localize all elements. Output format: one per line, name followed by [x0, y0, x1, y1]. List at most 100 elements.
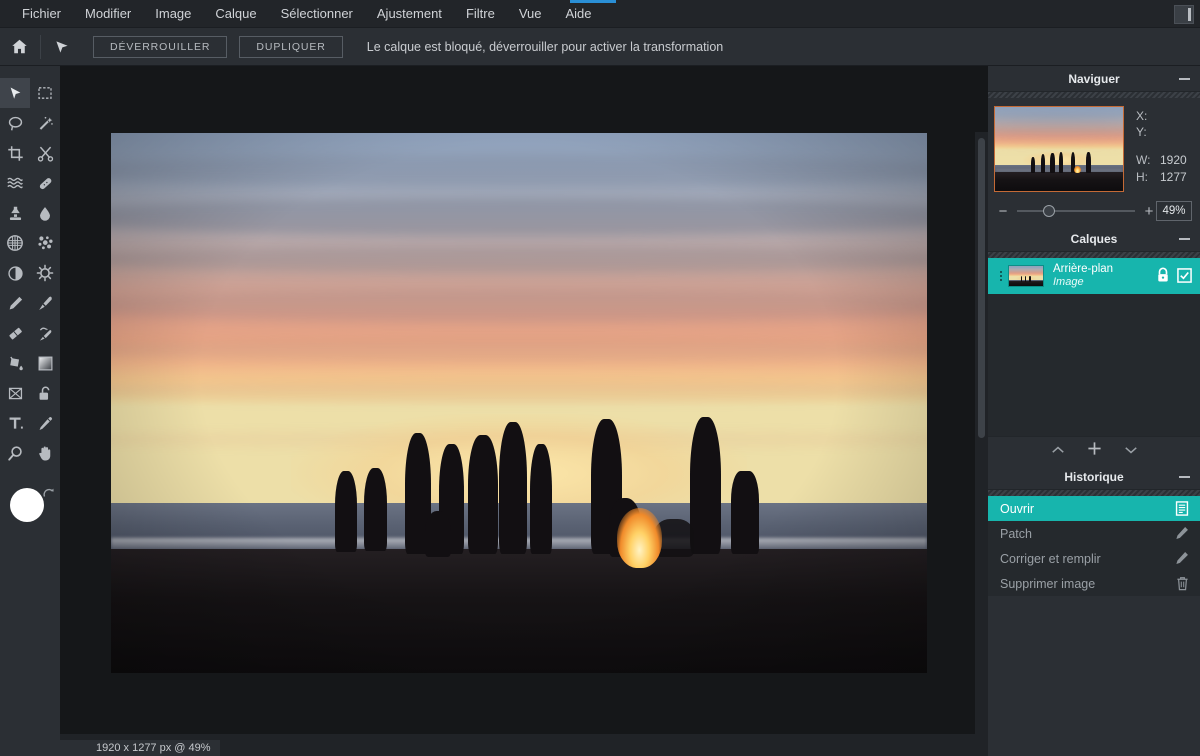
- paint-bucket-icon[interactable]: [0, 348, 30, 378]
- navigator-panel-header[interactable]: Naviguer: [988, 66, 1200, 92]
- active-tab-indicator: [570, 0, 616, 3]
- history-item-label: Patch: [1000, 526, 1032, 541]
- minimize-icon[interactable]: [1179, 238, 1190, 240]
- home-icon[interactable]: [0, 28, 38, 66]
- smudge-brush-icon[interactable]: [30, 318, 60, 348]
- coord-w-value: 1920: [1160, 153, 1187, 168]
- layers-list: Arrière-plan Image: [988, 258, 1200, 436]
- history-item-supprimer-image[interactable]: Supprimer image: [988, 571, 1200, 596]
- padlock-open-icon[interactable]: [30, 378, 60, 408]
- expand-panel-icon[interactable]: [1174, 5, 1194, 24]
- layer-name: Arrière-plan: [1053, 263, 1114, 276]
- menu-item-ajustement[interactable]: Ajustement: [365, 0, 454, 28]
- history-list: Ouvrir Patch Corriger et remplir Supprim…: [988, 496, 1200, 596]
- navigator-title: Naviguer: [1068, 71, 1120, 86]
- water-drop-icon[interactable]: [30, 198, 60, 228]
- menu-item-aide[interactable]: Aide: [553, 0, 603, 28]
- bokeh-dots-icon[interactable]: [30, 228, 60, 258]
- zoom-value-input[interactable]: 49%: [1156, 201, 1192, 221]
- menu-item-modifier[interactable]: Modifier: [73, 0, 143, 28]
- layer-type: Image: [1053, 276, 1084, 289]
- cursor-arrow-icon[interactable]: [43, 28, 81, 66]
- minimize-icon[interactable]: [1179, 78, 1190, 80]
- eyedropper-icon[interactable]: [30, 408, 60, 438]
- stamp-icon[interactable]: [0, 198, 30, 228]
- gradient-square-icon[interactable]: [30, 348, 60, 378]
- lock-hint-text: Le calque est bloqué, déverrouiller pour…: [366, 39, 724, 54]
- layers-title: Calques: [1070, 231, 1118, 246]
- navigator-coordinates: X: Y: W: 1920 H: 1277: [1136, 106, 1187, 192]
- menu-item-filtre[interactable]: Filtre: [454, 0, 507, 28]
- eraser-icon[interactable]: [0, 318, 30, 348]
- history-item-corriger-et-remplir[interactable]: Corriger et remplir: [988, 546, 1200, 571]
- layers-panel-header[interactable]: Calques: [988, 226, 1200, 252]
- coord-y-label: Y:: [1136, 125, 1147, 140]
- history-title: Historique: [1064, 469, 1124, 484]
- waves-icon[interactable]: [0, 168, 30, 198]
- magic-wand-tool[interactable]: [30, 108, 60, 138]
- marquee-select-tool[interactable]: [30, 78, 60, 108]
- menu-item-vue[interactable]: Vue: [507, 0, 554, 28]
- bandage-icon[interactable]: [30, 168, 60, 198]
- globe-grid-icon[interactable]: [0, 228, 30, 258]
- move-tool[interactable]: [0, 78, 30, 108]
- tool-palette: [0, 66, 60, 756]
- coord-w-label: W:: [1136, 153, 1151, 168]
- layer-thumbnail: [1008, 265, 1044, 287]
- checkbox-checked-icon[interactable]: [1177, 267, 1192, 288]
- scissors-icon[interactable]: [30, 138, 60, 168]
- history-panel-header[interactable]: Historique: [988, 464, 1200, 490]
- trash-icon: [1174, 575, 1190, 591]
- history-item-label: Corriger et remplir: [1000, 551, 1101, 566]
- menu-item-image[interactable]: Image: [143, 0, 203, 28]
- chevron-down-icon[interactable]: [1124, 442, 1138, 460]
- image-editor-app: Fichier Modifier Image Calque Sélectionn…: [0, 0, 1200, 756]
- history-item-patch[interactable]: Patch: [988, 521, 1200, 546]
- layer-info: Arrière-plan Image: [1053, 263, 1113, 289]
- history-item-label: Supprimer image: [1000, 576, 1096, 591]
- swap-colors-icon[interactable]: [42, 486, 56, 500]
- history-item-ouvrir[interactable]: Ouvrir: [988, 496, 1200, 521]
- canvas-vertical-scrollbar[interactable]: [975, 132, 988, 734]
- zoom-slider-knob[interactable]: [1042, 205, 1055, 217]
- pencil-icon: [1174, 550, 1190, 566]
- crossed-box-icon[interactable]: [0, 378, 30, 408]
- lasso-tool[interactable]: [0, 108, 30, 138]
- zoom-slider[interactable]: [1017, 205, 1135, 217]
- crop-tool[interactable]: [0, 138, 30, 168]
- navigator-thumbnail[interactable]: [994, 106, 1124, 192]
- duplicate-button[interactable]: DUPLIQUER: [239, 35, 343, 58]
- plus-icon[interactable]: +: [1142, 203, 1156, 220]
- document-icon: [1174, 500, 1190, 516]
- layer-row[interactable]: Arrière-plan Image: [988, 258, 1200, 294]
- right-panel-stack: Naviguer X: Y: W: 1920 H: 1277 − + 49% C…: [988, 66, 1200, 756]
- navigator-body: X: Y: W: 1920 H: 1277: [988, 98, 1200, 192]
- drag-handle-icon[interactable]: [996, 271, 1006, 281]
- menu-item-selectionner[interactable]: Sélectionner: [269, 0, 365, 28]
- canvas-workspace[interactable]: [60, 66, 988, 734]
- coord-h-label: H:: [1136, 169, 1148, 184]
- minus-icon[interactable]: −: [996, 203, 1010, 220]
- foreground-color-swatch[interactable]: [10, 488, 44, 522]
- menu-item-calque[interactable]: Calque: [203, 0, 268, 28]
- hand-icon[interactable]: [30, 438, 60, 468]
- layer-controls: [1156, 267, 1192, 288]
- minimize-icon[interactable]: [1179, 476, 1190, 478]
- magnifier-icon[interactable]: [0, 438, 30, 468]
- canvas-image[interactable]: [111, 133, 927, 673]
- scrollbar-thumb[interactable]: [978, 138, 985, 438]
- zoom-control-row: − + 49%: [988, 196, 1200, 226]
- pencil-icon[interactable]: [0, 288, 30, 318]
- paintbrush-icon[interactable]: [30, 288, 60, 318]
- half-circle-icon[interactable]: [0, 258, 30, 288]
- menu-item-fichier[interactable]: Fichier: [10, 0, 73, 28]
- sun-gear-icon[interactable]: [30, 258, 60, 288]
- unlock-button[interactable]: DÉVERROUILLER: [93, 35, 228, 58]
- toolbar-divider: [40, 34, 41, 59]
- plus-icon[interactable]: [1087, 441, 1102, 461]
- text-t-icon[interactable]: [0, 408, 30, 438]
- chevron-up-icon[interactable]: [1051, 442, 1065, 460]
- coord-x-label: X:: [1136, 109, 1148, 123]
- document-info-text: 1920 x 1277 px @ 49%: [96, 742, 211, 754]
- padlock-closed-icon[interactable]: [1156, 267, 1170, 288]
